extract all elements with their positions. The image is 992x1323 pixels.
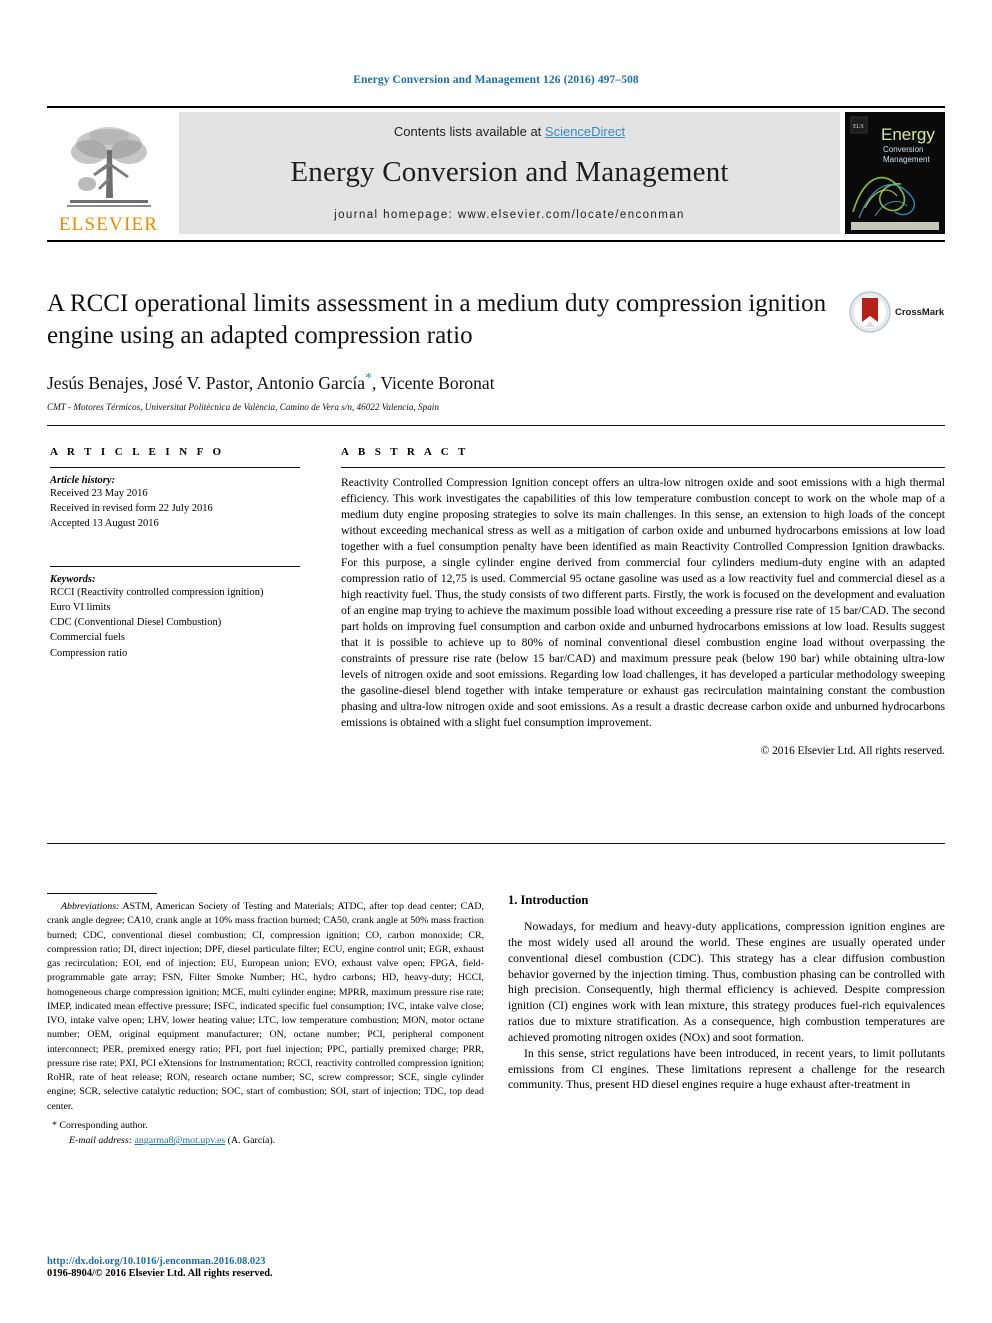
abstract-bottom-rule	[47, 843, 945, 844]
title-bottom-rule	[47, 425, 945, 426]
author-list: Jesús Benajes, José V. Pastor, Antonio G…	[47, 371, 837, 394]
footnotes-column: Abbreviations: ASTM, American Society of…	[47, 893, 484, 1148]
abbreviations-note: Abbreviations: ASTM, American Society of…	[47, 900, 484, 1114]
paper-page: Energy Conversion and Management 126 (20…	[0, 0, 992, 1323]
svg-text:Management: Management	[883, 155, 930, 164]
article-history-item: Accepted 13 August 2016	[50, 518, 159, 530]
abbreviations-label: Abbreviations:	[61, 901, 120, 912]
corresponding-marker: *	[52, 1119, 57, 1131]
title-block: A RCCI operational limits assessment in …	[47, 288, 837, 412]
footnote-rule	[47, 893, 157, 894]
crossmark-icon	[849, 291, 891, 333]
abstract-copyright: © 2016 Elsevier Ltd. All rights reserved…	[760, 744, 945, 757]
email-label: E-mail address:	[69, 1135, 132, 1147]
article-history-label: Article history:	[50, 475, 116, 486]
doi-link[interactable]: http://dx.doi.org/10.1016/j.enconman.201…	[47, 1256, 484, 1267]
article-info-heading: A R T I C L E I N F O	[50, 446, 225, 458]
keyword-item: Commercial fuels	[50, 632, 125, 644]
abstract-heading: A B S T R A C T	[341, 446, 469, 458]
keywords-rule	[50, 565, 300, 567]
keyword-item: RCCI (Reactivity controlled compression …	[50, 586, 264, 598]
abstract-section: A B S T R A C T Reactivity Controlled Co…	[341, 446, 945, 768]
article-history-item: Received 23 May 2016	[50, 488, 148, 499]
journal-title: Energy Conversion and Management	[290, 156, 729, 188]
keyword-item: CDC (Conventional Diesel Combustion)	[50, 617, 222, 629]
introduction-column: 1. Introduction Nowadays, for medium and…	[508, 893, 945, 1093]
affiliation: CMT - Motores Térmicos, Universitat Poli…	[47, 402, 439, 413]
abstract-text: Reactivity Controlled Compression Igniti…	[341, 476, 945, 729]
article-history-item: Received in revised form 22 July 2016	[50, 503, 213, 515]
sciencedirect-link[interactable]: ScienceDirect	[545, 124, 625, 139]
elsevier-wordmark: ELSEVIER	[58, 214, 159, 235]
email-note: E-mail address: angarma8@mot.upv.es (A. …	[47, 1134, 484, 1148]
journal-cover-image: ELS Energy Conversion Management	[845, 112, 945, 234]
crossmark-badge[interactable]: CrossMark	[849, 288, 945, 336]
contents-prefix: Contents lists available at	[393, 124, 545, 139]
issn-copyright: 0196-8904/© 2016 Elsevier Ltd. All right…	[47, 1268, 273, 1279]
journal-cover-art: ELS Energy Conversion Management	[845, 112, 945, 234]
contents-available-line: Contents lists available at ScienceDirec…	[179, 112, 840, 139]
journal-homepage[interactable]: journal homepage: www.elsevier.com/locat…	[179, 209, 840, 221]
keyword-item: Compression ratio	[50, 647, 128, 659]
authors-pre: Jesús Benajes, José V. Pastor, Antonio G…	[47, 372, 365, 393]
running-head: Energy Conversion and Management 126 (20…	[353, 74, 639, 86]
article-info-section: A R T I C L E I N F O Article history: R…	[50, 446, 300, 661]
keyword-item: Euro VI limits	[50, 601, 111, 613]
email-link[interactable]: angarma8@mot.upv.es	[134, 1135, 225, 1146]
svg-text:Conversion: Conversion	[883, 145, 923, 154]
svg-text:ELS: ELS	[853, 124, 864, 130]
masthead-bottom-rule	[47, 240, 945, 242]
masthead-center: Contents lists available at ScienceDirec…	[179, 112, 840, 234]
top-rule	[47, 106, 945, 108]
elsevier-tree-icon	[66, 127, 151, 207]
corresponding-author-note: * Corresponding author.	[47, 1119, 484, 1133]
introduction-paragraph: In this sense, strict regulations have b…	[508, 1046, 945, 1092]
article-info-rule	[50, 467, 300, 468]
svg-text:Energy: Energy	[881, 125, 935, 144]
keywords-label: Keywords:	[50, 573, 96, 585]
abstract-rule	[341, 467, 945, 468]
crossmark-label: CrossMark	[895, 306, 945, 318]
introduction-heading: 1. Introduction	[508, 893, 589, 907]
corresponding-author-marker: *	[365, 370, 372, 386]
journal-masthead: ELSEVIER Contents lists available at Sci…	[47, 112, 945, 234]
introduction-paragraph: Nowadays, for medium and heavy-duty appl…	[508, 920, 945, 1044]
footer-doi-block: http://dx.doi.org/10.1016/j.enconman.201…	[47, 1256, 484, 1279]
corresponding-text: Corresponding author.	[59, 1119, 148, 1131]
page-title: A RCCI operational limits assessment in …	[47, 290, 827, 349]
email-suffix: (A. García).	[225, 1135, 276, 1147]
abbreviations-text: ASTM, American Society of Testing and Ma…	[47, 901, 484, 1112]
authors-post: , Vicente Boronat	[372, 372, 495, 393]
elsevier-logo: ELSEVIER	[47, 112, 170, 234]
